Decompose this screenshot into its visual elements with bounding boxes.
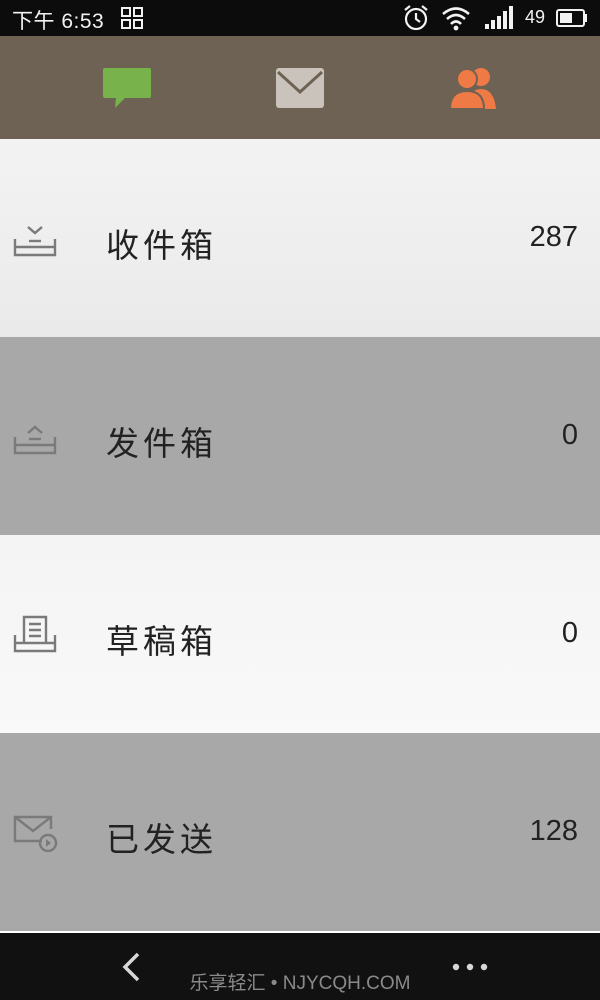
folder-label: 已发送: [106, 820, 217, 859]
tab-contacts[interactable]: [374, 36, 574, 139]
folder-label: 发件箱: [106, 424, 217, 463]
alarm-icon: [404, 5, 428, 31]
watermark: 乐享轻汇 • NJYCQH.COM: [189, 973, 411, 994]
folder-count: 0: [561, 617, 578, 649]
battery-level: 49: [525, 7, 546, 27]
bottom-nav-bar: 乐享轻汇 • NJYCQH.COM: [0, 933, 600, 1000]
folder-count: 0: [561, 419, 578, 451]
folder-label: 草稿箱: [106, 622, 217, 661]
battery-icon: [556, 9, 587, 27]
top-tab-bar: [0, 36, 600, 139]
chat-bubble-icon: [103, 67, 151, 108]
inbox-icon: [13, 226, 57, 257]
outbox-icon: [13, 425, 57, 455]
status-time: 下午 6:53: [12, 10, 105, 33]
people-icon: [448, 67, 496, 110]
status-bar: 下午 6:53 49: [0, 0, 600, 36]
envelope-icon: [276, 67, 324, 108]
folder-list: 收件箱 287 发件箱 0 草稿箱 0 已发送 128: [0, 139, 600, 931]
folder-label: 收件箱: [106, 226, 217, 265]
signal-icon: [485, 6, 513, 29]
more-icon[interactable]: [450, 961, 490, 973]
drafts-icon: [13, 615, 57, 653]
folder-count: 287: [529, 221, 578, 253]
tab-mail[interactable]: [200, 36, 400, 139]
folder-count: 128: [529, 815, 578, 847]
folder-row-drafts[interactable]: 草稿箱 0: [0, 535, 600, 733]
folder-row-sent[interactable]: 已发送 128: [0, 733, 600, 931]
folder-row-outbox[interactable]: 发件箱 0: [0, 337, 600, 535]
sent-icon: [13, 815, 58, 853]
grid-icon: [121, 7, 143, 29]
tab-messages[interactable]: [27, 36, 227, 139]
wifi-icon: [442, 7, 470, 31]
folder-row-inbox[interactable]: 收件箱 287: [0, 139, 600, 337]
